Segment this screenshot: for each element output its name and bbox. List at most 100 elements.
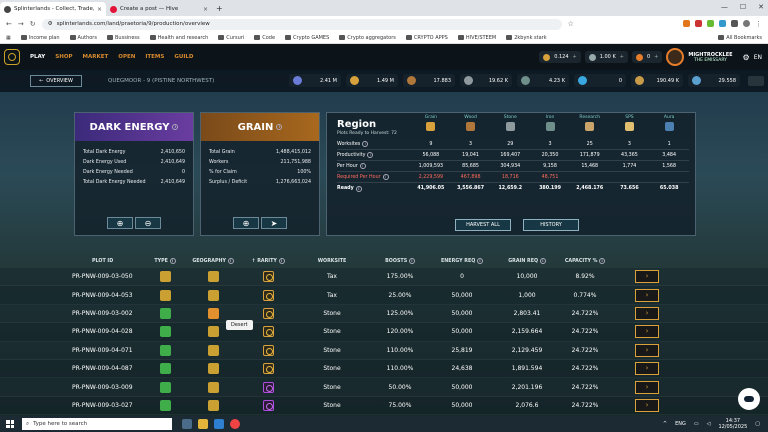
nav-open[interactable]: OPEN [118, 54, 135, 60]
col-rarity[interactable]: ↑ RARITY i [244, 258, 292, 264]
add-icon[interactable]: + [620, 54, 624, 60]
info-icon[interactable]: i [539, 258, 546, 264]
apps-grid-icon[interactable]: ▦ [6, 35, 11, 41]
nav-play[interactable]: PLAY [30, 54, 45, 60]
open-plot-button[interactable]: › [635, 325, 659, 339]
add-dark-energy-button[interactable]: ⊕ [107, 217, 133, 229]
bookmark-item[interactable]: Health and research [149, 35, 208, 41]
clock[interactable]: 14:37 12/05/2025 [718, 418, 747, 430]
all-bookmarks[interactable]: All Bookmarks [718, 35, 762, 41]
settings-gear-icon[interactable]: ⚙ [743, 53, 750, 62]
col-geography[interactable]: GEOGRAPHY i [182, 258, 244, 264]
extensions-puzzle-icon[interactable] [731, 20, 738, 27]
tab-splinterlands[interactable]: Splinterlands - Collect, Trade, B × [0, 2, 106, 16]
col-worksite[interactable]: WORKSITE [292, 259, 372, 264]
dec-balance[interactable]: 1.00 K + [584, 51, 628, 63]
geography-icon[interactable] [207, 381, 219, 393]
close-tab-icon[interactable]: × [97, 6, 102, 13]
resource-wood[interactable]: 17.883 [403, 74, 455, 87]
col-plot-id[interactable]: PLOT ID [72, 259, 148, 264]
open-plot-button[interactable]: › [635, 398, 659, 412]
extension-icon[interactable] [707, 20, 714, 27]
table-row[interactable]: PR-PNW-009-04-071 Stone 110.00% 25,819 2,129… [0, 341, 768, 360]
geography-icon[interactable] [207, 399, 219, 411]
info-icon[interactable]: i [227, 258, 234, 264]
notifications-icon[interactable]: ▢ [755, 421, 760, 427]
tab-hive[interactable]: Create a post — Hive × [106, 2, 212, 16]
table-row[interactable]: PR-PNW-009-04-028 Stone 120.00% 50,000 2,159… [0, 323, 768, 342]
sps-balance[interactable]: 0 + [631, 51, 663, 63]
tray-chevron-icon[interactable]: ^ [663, 421, 667, 427]
open-plot-button[interactable]: › [635, 270, 659, 284]
nav-guild[interactable]: GUILD [174, 54, 193, 60]
bookmark-item[interactable]: Code [254, 35, 275, 41]
info-icon[interactable]: i [172, 124, 179, 130]
profile-avatar-icon[interactable] [743, 20, 750, 27]
reload-icon[interactable]: ↻ [30, 20, 36, 28]
open-plot-button[interactable]: › [635, 343, 659, 357]
geography-icon[interactable] [207, 326, 219, 338]
geography-icon[interactable] [207, 271, 219, 283]
add-icon[interactable]: + [654, 54, 658, 60]
open-plot-button[interactable]: › [635, 306, 659, 320]
language-indicator[interactable]: ENG [675, 421, 686, 427]
col-energy-req[interactable]: ENERGY REQ i [428, 258, 496, 264]
close-window-icon[interactable]: ✕ [758, 3, 764, 11]
history-button[interactable]: HISTORY [523, 219, 579, 231]
info-icon[interactable]: i [476, 258, 483, 264]
file-explorer-icon[interactable] [198, 419, 208, 429]
bookmark-item[interactable]: 2kbynk stark [506, 35, 547, 41]
info-icon[interactable]: i [278, 258, 285, 264]
table-row[interactable]: PR-PNW-009-03-002 Stone 125.00% 50,000 2,803… [0, 304, 768, 324]
resource-grain[interactable]: 1.49 M [346, 74, 398, 87]
resource-research[interactable]: 0 [574, 74, 626, 87]
network-icon[interactable]: ▭ [694, 421, 699, 427]
info-icon[interactable]: i [367, 152, 374, 158]
nav-items[interactable]: ITEMS [145, 54, 164, 60]
splinterlands-logo-icon[interactable] [4, 49, 20, 65]
back-icon[interactable]: ← [6, 20, 12, 28]
credits-balance[interactable]: 0.124 + [539, 51, 581, 63]
info-icon[interactable]: i [362, 141, 369, 147]
scroll-right-button[interactable] [748, 76, 764, 86]
add-icon[interactable]: + [573, 54, 577, 60]
bookmark-item[interactable]: Crypto GAMES [285, 35, 329, 41]
resource-iron[interactable]: 4.23 K [517, 74, 569, 87]
geography-icon[interactable] [207, 289, 219, 301]
edge-icon[interactable] [214, 419, 224, 429]
windows-start-icon[interactable] [6, 420, 14, 428]
extension-icon[interactable] [695, 20, 702, 27]
nav-market[interactable]: MARKET [83, 54, 109, 60]
table-row[interactable]: PR-PNW-009-04-053 Tax 25.00% 50,000 1,000 0.7… [0, 286, 768, 305]
bookmark-item[interactable]: Crypto aggregators [339, 35, 396, 41]
info-icon[interactable]: i [276, 124, 283, 130]
remove-dark-energy-button[interactable]: ⊖ [135, 217, 161, 229]
geography-icon[interactable] [207, 307, 219, 319]
send-grain-button[interactable]: ➤ [261, 217, 287, 229]
info-icon[interactable]: i [169, 258, 176, 264]
bookmark-star-icon[interactable]: ☆ [568, 20, 574, 28]
url-field[interactable]: ⚙ splinterlands.com/land/praetoria/9/pro… [41, 18, 562, 30]
bookmark-item[interactable]: Authors [69, 35, 97, 41]
add-grain-button[interactable]: ⊕ [233, 217, 259, 229]
info-icon[interactable]: i [355, 185, 362, 192]
info-icon[interactable]: i [599, 258, 606, 264]
browser-menu-icon[interactable]: ⋮ [755, 20, 762, 28]
open-plot-button[interactable]: › [635, 362, 659, 376]
rank-badge-icon[interactable] [666, 48, 685, 66]
user-profile[interactable]: MIGHTROCKLEE THE EMISSARY [688, 52, 732, 63]
table-row[interactable]: PR-PNW-009-03-027 Stone 75.00% 50,000 2,076.… [0, 396, 768, 416]
extension-icon[interactable] [719, 20, 726, 27]
language-selector[interactable]: EN [754, 54, 762, 61]
open-plot-button[interactable]: › [635, 380, 659, 394]
metamask-extension-icon[interactable] [683, 20, 690, 27]
resource-stone[interactable]: 19.62 K [460, 74, 512, 87]
task-view-icon[interactable] [182, 419, 192, 429]
chrome-icon[interactable] [230, 419, 240, 429]
harvest-all-button[interactable]: HARVEST ALL [455, 219, 511, 231]
col-boosts[interactable]: BOOSTS i [372, 258, 428, 264]
bookmark-item[interactable]: Bussiness [106, 35, 140, 41]
bookmark-item[interactable]: Income plan [20, 35, 60, 41]
overview-button[interactable]: ← OVERVIEW [30, 75, 82, 87]
bookmark-item[interactable]: Cursuri [218, 35, 244, 41]
